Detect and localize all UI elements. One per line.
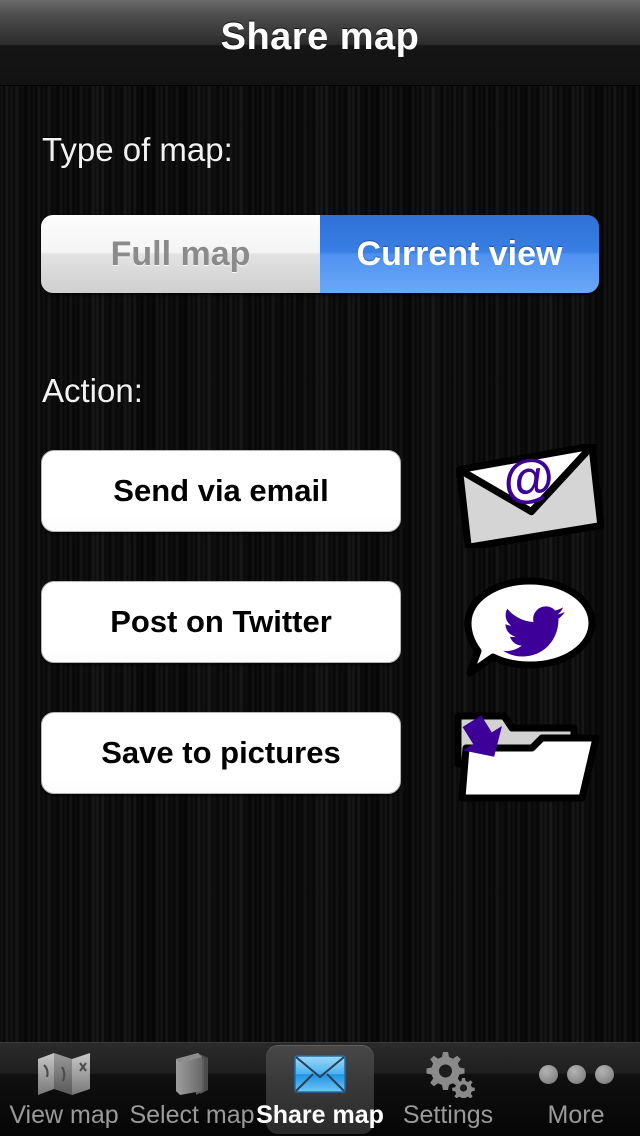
save-to-pictures-button[interactable]: Save to pictures xyxy=(41,712,401,794)
tab-label-more: More xyxy=(547,1101,605,1129)
dot-3 xyxy=(594,1064,614,1084)
blue-envelope-icon xyxy=(291,1049,349,1099)
share-map-screen: Share map Type of map: Full map Current … xyxy=(0,0,640,1136)
tab-label-share-map: Share map xyxy=(256,1101,384,1129)
action-row-post-twitter: Post on Twitter xyxy=(0,577,640,677)
dot-2 xyxy=(566,1064,586,1084)
tab-settings[interactable]: Settings xyxy=(384,1043,512,1136)
send-via-email-button[interactable]: Send via email xyxy=(41,450,401,532)
navigation-bar: Share map xyxy=(0,0,640,86)
book-icon xyxy=(163,1049,221,1099)
twitter-bird-bubble-icon xyxy=(446,575,606,679)
action-row-send-email: Send via email @ xyxy=(0,442,640,551)
folder-download-icon xyxy=(446,706,606,810)
tab-label-settings: Settings xyxy=(402,1101,494,1129)
action-row-save-pictures: Save to pictures xyxy=(0,712,640,808)
dot-1 xyxy=(538,1064,558,1084)
map-type-segmented-control[interactable]: Full map Current view xyxy=(41,215,599,293)
svg-text:@: @ xyxy=(501,448,557,510)
bottom-tab-bar: View map Select map Share map Settings M… xyxy=(0,1042,640,1136)
folded-map-icon xyxy=(35,1049,93,1099)
tab-more[interactable]: More xyxy=(512,1043,640,1136)
segment-full-map[interactable]: Full map xyxy=(41,215,320,293)
main-content: Type of map: Full map Current view Actio… xyxy=(0,86,640,1042)
action-label: Action: xyxy=(42,372,143,409)
tab-select-map[interactable]: Select map xyxy=(128,1043,256,1136)
tab-label-select-map: Select map xyxy=(129,1101,255,1129)
envelope-at-icon: @ xyxy=(446,442,606,551)
post-on-twitter-button[interactable]: Post on Twitter xyxy=(41,581,401,663)
tab-view-map[interactable]: View map xyxy=(0,1043,128,1136)
tab-share-map[interactable]: Share map xyxy=(256,1043,384,1136)
ellipsis-icon xyxy=(538,1049,614,1099)
gears-icon xyxy=(419,1049,477,1099)
page-title: Share map xyxy=(220,16,420,58)
type-of-map-label: Type of map: xyxy=(42,131,233,168)
tab-label-view-map: View map xyxy=(9,1101,119,1129)
segment-current-view[interactable]: Current view xyxy=(320,215,599,293)
